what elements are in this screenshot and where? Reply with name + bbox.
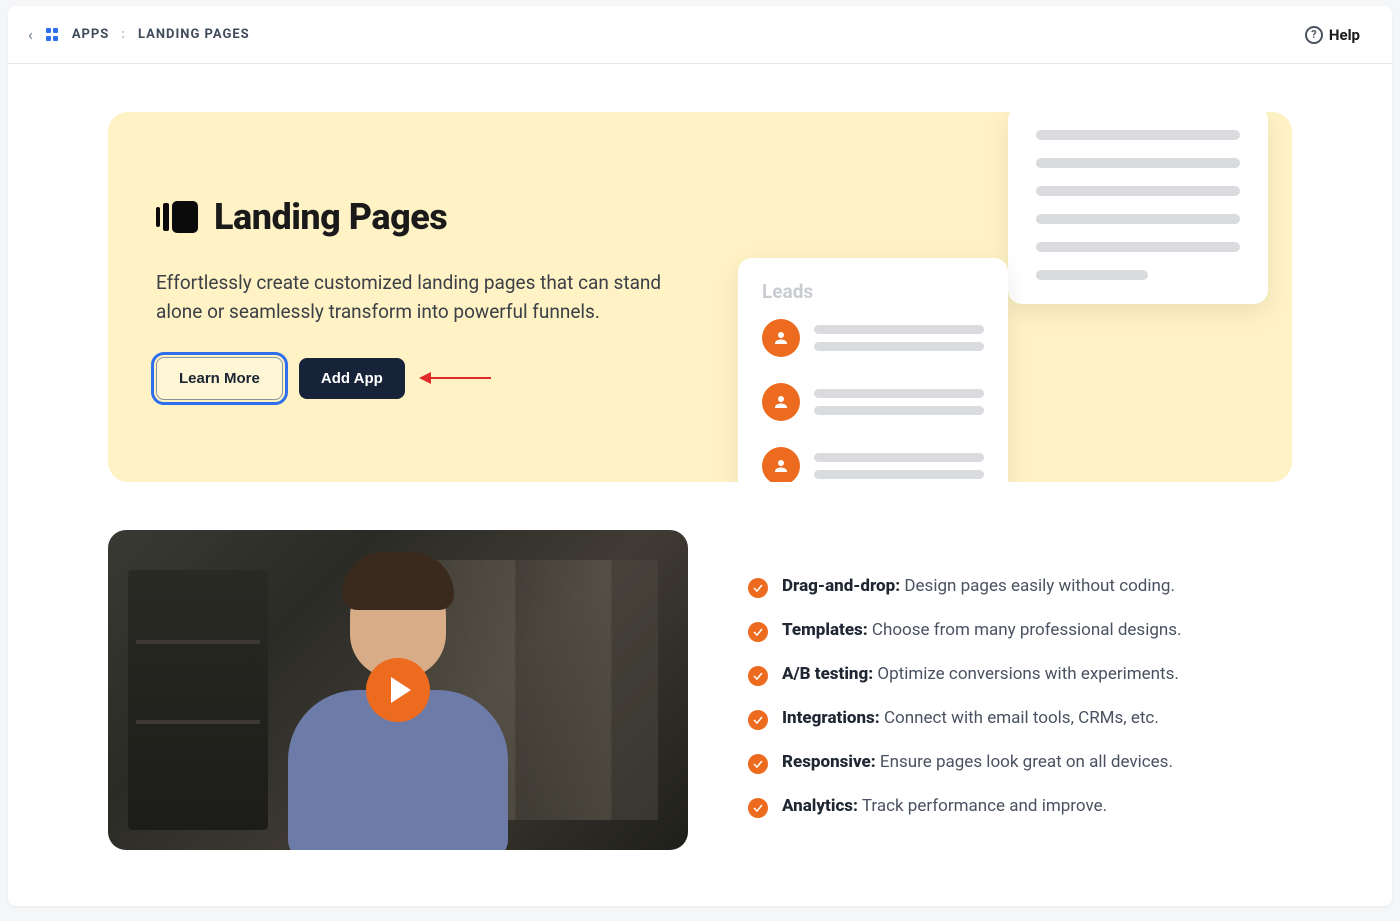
leads-card-title: Leads (762, 280, 984, 303)
help-label: Help (1329, 26, 1360, 44)
intro-video[interactable] (108, 530, 688, 850)
feature-text: A/B testing: Optimize conversions with e… (782, 664, 1179, 684)
help-button[interactable]: ? Help (1305, 26, 1360, 44)
check-icon (748, 710, 768, 730)
play-icon (366, 658, 430, 722)
person-icon (762, 447, 800, 482)
feature-text: Integrations: Connect with email tools, … (782, 708, 1159, 728)
list-item (762, 447, 984, 482)
check-icon (748, 666, 768, 686)
hero-banner: Landing Pages Effortlessly create custom… (108, 112, 1292, 482)
feature-text: Responsive: Ensure pages look great on a… (782, 752, 1173, 772)
person-icon (762, 319, 800, 357)
check-icon (748, 622, 768, 642)
breadcrumb-current: LANDING PAGES (138, 27, 250, 42)
annotation-arrow-icon (421, 377, 491, 379)
list-item (762, 319, 984, 357)
feature-item: Integrations: Connect with email tools, … (748, 708, 1292, 730)
feature-item: Templates: Choose from many professional… (748, 620, 1292, 642)
hero-description: Effortlessly create customized landing p… (156, 268, 696, 327)
mock-card-leads: Leads (738, 258, 1008, 482)
learn-more-button[interactable]: Learn More (156, 357, 283, 400)
check-icon (748, 754, 768, 774)
feature-item: Drag-and-drop: Design pages easily witho… (748, 576, 1292, 598)
list-item (762, 383, 984, 421)
landing-pages-icon (156, 201, 198, 233)
check-icon (748, 578, 768, 598)
check-icon (748, 798, 768, 818)
feature-text: Drag-and-drop: Design pages easily witho… (782, 576, 1175, 596)
apps-grid-icon[interactable] (46, 28, 60, 42)
mock-card-text (1008, 112, 1268, 304)
back-chevron-icon[interactable]: ‹ (28, 25, 34, 44)
help-icon: ? (1305, 26, 1323, 44)
feature-text: Templates: Choose from many professional… (782, 620, 1182, 640)
person-icon (762, 383, 800, 421)
breadcrumb: ‹ APPS : LANDING PAGES (28, 25, 250, 44)
feature-list: Drag-and-drop: Design pages easily witho… (748, 530, 1292, 850)
feature-item: Responsive: Ensure pages look great on a… (748, 752, 1292, 774)
page-title: Landing Pages (214, 196, 447, 238)
add-app-button[interactable]: Add App (299, 358, 405, 399)
feature-item: Analytics: Track performance and improve… (748, 796, 1292, 818)
breadcrumb-separator-icon: : (121, 27, 126, 42)
feature-text: Analytics: Track performance and improve… (782, 796, 1107, 816)
feature-item: A/B testing: Optimize conversions with e… (748, 664, 1292, 686)
breadcrumb-apps[interactable]: APPS (72, 27, 110, 42)
